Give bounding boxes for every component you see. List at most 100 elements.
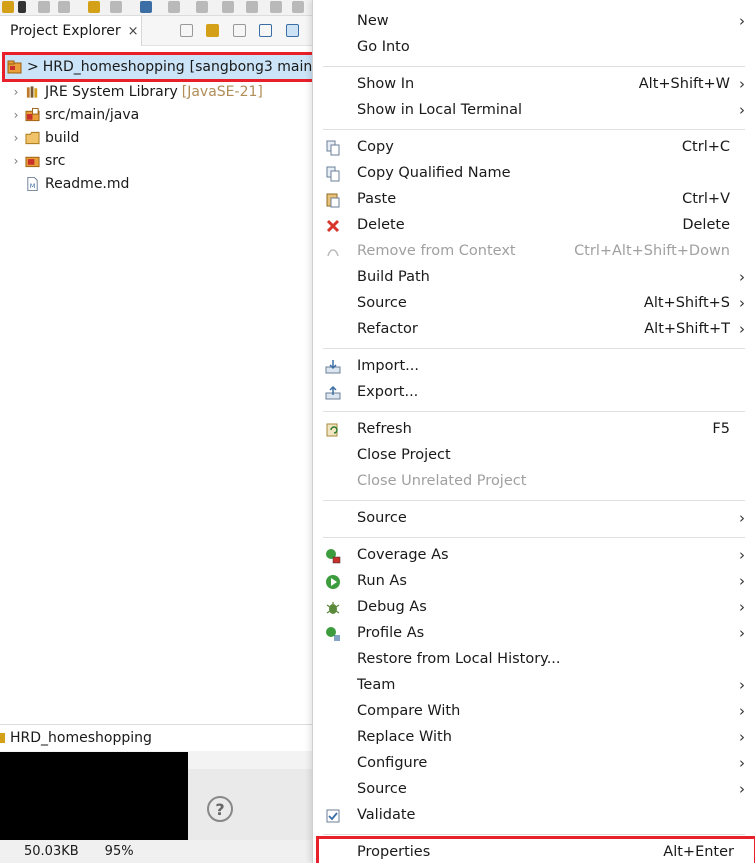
zoom-level: 95% [104, 844, 134, 859]
menu-item-properties[interactable]: Properties Alt+Enter [316, 836, 755, 863]
menu-item-close-unrelated-project: Close Unrelated Project [313, 469, 755, 495]
menu-item-label: Profile As [357, 625, 425, 641]
remove-context-icon [325, 244, 341, 260]
chevron-right-icon[interactable]: › [10, 131, 22, 145]
menu-separator [323, 834, 745, 835]
dropdown-arrow-icon[interactable] [18, 1, 26, 13]
menu-item-remove-from-context: Remove from Context Ctrl+Alt+Shift+Down [313, 239, 755, 265]
menu-item-show-in[interactable]: Show In Alt+Shift+W › [313, 72, 755, 98]
chevron-right-icon[interactable]: › [10, 154, 22, 168]
project-icon [7, 60, 22, 74]
tree-item[interactable]: M Readme.md [0, 172, 312, 195]
save-icon[interactable] [38, 1, 50, 13]
tree-item-label: JRE System Library [45, 83, 178, 100]
menu-item-label: Source [357, 510, 407, 526]
chevron-right-icon[interactable]: › [10, 108, 22, 122]
menu-item-import[interactable]: Import... [313, 354, 755, 380]
submenu-arrow-icon: › [739, 12, 745, 30]
menu-item-copy[interactable]: Copy Ctrl+C [313, 135, 755, 161]
tree-item[interactable]: › src/main/java [0, 103, 312, 126]
tree-root-project[interactable]: > HRD_homeshopping [sangbong3 main [2, 52, 324, 82]
menu-item-copy-qualified-name[interactable]: Copy Qualified Name [313, 161, 755, 187]
toolbar-icon[interactable] [2, 1, 14, 13]
project-name: HRD_homeshopping [42, 59, 185, 75]
menu-item-label: Close Unrelated Project [357, 473, 527, 489]
toolbar-icon[interactable] [110, 1, 122, 13]
menu-item-delete[interactable]: Delete Delete [313, 213, 755, 239]
chevron-right-icon[interactable]: › [10, 85, 22, 99]
tree-item-decoration: [JavaSE-21] [181, 83, 263, 100]
step-icon[interactable] [270, 1, 282, 13]
menu-item-profile-as[interactable]: Profile As › [313, 621, 755, 647]
toolbar-icon[interactable] [88, 1, 100, 13]
menu-item-compare-with[interactable]: Compare With › [313, 699, 755, 725]
menu-item-close-project[interactable]: Close Project [313, 443, 755, 469]
menu-item-label: New [357, 13, 389, 29]
tree-item[interactable]: › JRE System Library [JavaSE-21] [0, 80, 312, 103]
profile-icon [325, 626, 341, 642]
menu-item-shortcut: F5 [712, 421, 730, 437]
menu-item-paste[interactable]: Paste Ctrl+V [313, 187, 755, 213]
tab-project-explorer[interactable]: Project Explorer × [0, 16, 142, 46]
collapse-all-icon[interactable] [259, 24, 273, 37]
submenu-arrow-icon: › [739, 509, 745, 527]
menu-item-label: Show In [357, 76, 415, 92]
step-over-icon[interactable] [292, 1, 304, 13]
tree-item[interactable]: › src [0, 149, 312, 172]
menu-item-refactor[interactable]: Refactor Alt+Shift+T › [313, 317, 755, 343]
menu-item-label: Go Into [357, 39, 410, 55]
menu-item-run-as[interactable]: Run As › [313, 569, 755, 595]
terminal-icon[interactable] [140, 1, 152, 13]
bottom-view-title: HRD_homeshopping [0, 725, 312, 751]
submenu-arrow-icon: › [739, 598, 745, 616]
copy-qualified-icon [325, 166, 341, 182]
import-icon [325, 359, 341, 375]
menu-item-new[interactable]: New › [313, 9, 755, 35]
submenu-arrow-icon: › [739, 294, 745, 312]
terminate-icon[interactable] [246, 1, 258, 13]
menu-separator [323, 129, 745, 130]
delete-icon [325, 218, 341, 234]
save-all-icon[interactable] [58, 1, 70, 13]
menu-item-replace-with[interactable]: Replace With › [313, 725, 755, 751]
submenu-arrow-icon: › [739, 754, 745, 772]
menu-item-label: Close Project [357, 447, 451, 463]
menu-separator [323, 66, 745, 67]
menu-item-go-into[interactable]: Go Into [313, 35, 755, 61]
link-editor-icon[interactable] [285, 24, 299, 37]
menu-item-source[interactable]: Source › [313, 777, 755, 803]
resume-icon[interactable] [196, 1, 208, 13]
menu-item-validate[interactable]: Validate [313, 803, 755, 829]
menu-item-refresh[interactable]: Refresh F5 [313, 417, 755, 443]
filter-icon[interactable] [232, 24, 246, 37]
menu-item-configure[interactable]: Configure › [313, 751, 755, 777]
tree-item[interactable]: › build [0, 126, 312, 149]
menu-item-label: Source [357, 295, 407, 311]
menu-item-show-in-local-terminal[interactable]: Show in Local Terminal › [313, 98, 755, 124]
menu-item-label: Source [357, 781, 407, 797]
validate-check-icon [325, 808, 341, 824]
help-icon[interactable]: ? [207, 796, 233, 822]
folder-icon [25, 131, 40, 145]
menu-item-build-path[interactable]: Build Path › [313, 265, 755, 291]
src-folder-icon [25, 154, 40, 168]
menu-item-shortcut: Ctrl+V [682, 191, 730, 207]
menu-item-coverage-as[interactable]: Coverage As › [313, 543, 755, 569]
back-icon[interactable] [180, 24, 193, 37]
search-icon[interactable] [168, 1, 180, 13]
menu-item-label: Restore from Local History... [357, 651, 561, 667]
forward-icon[interactable] [206, 24, 220, 37]
menu-item-export[interactable]: Export... [313, 380, 755, 406]
menu-item-restore-from-local-history[interactable]: Restore from Local History... [313, 647, 755, 673]
git-dirty-prefix: > [27, 59, 39, 75]
menu-item-source[interactable]: Source Alt+Shift+S › [313, 291, 755, 317]
submenu-arrow-icon: › [739, 728, 745, 746]
close-icon[interactable]: × [128, 24, 139, 39]
menu-item-debug-as[interactable]: Debug As › [313, 595, 755, 621]
run-icon [325, 574, 341, 590]
menu-item-team[interactable]: Team › [313, 673, 755, 699]
coverage-icon [325, 548, 341, 564]
menu-item-source[interactable]: Source › [313, 506, 755, 532]
suspend-icon[interactable] [222, 1, 234, 13]
menu-item-shortcut: Alt+Enter [663, 844, 734, 860]
